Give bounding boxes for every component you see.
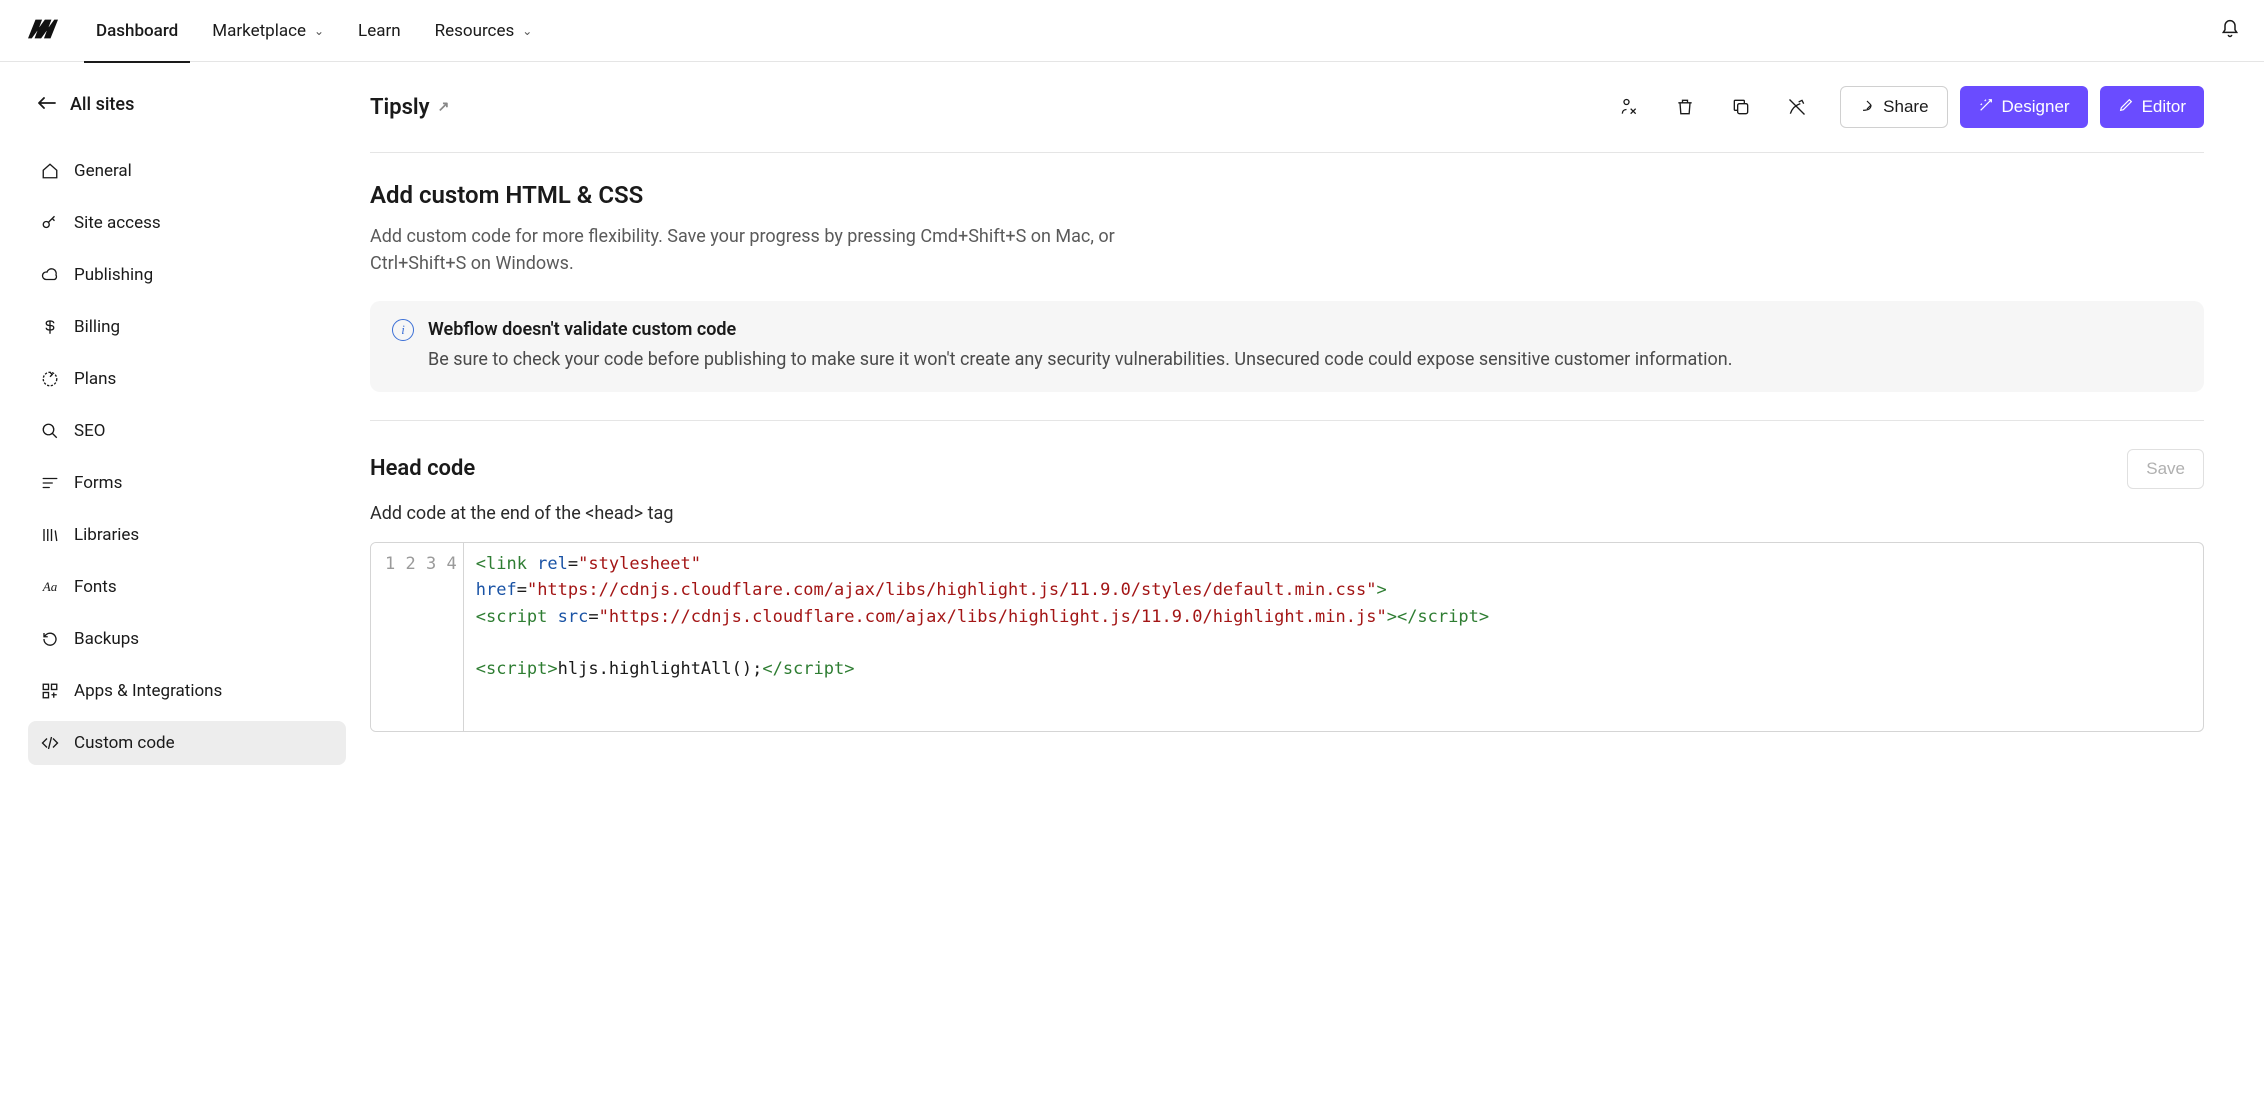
home-icon xyxy=(40,161,60,181)
nav-label: Dashboard xyxy=(96,21,178,41)
duplicate-icon[interactable] xyxy=(1730,96,1752,118)
divider xyxy=(370,420,2204,421)
site-name: Tipsly xyxy=(370,95,430,120)
sidebar-item-label: Publishing xyxy=(74,265,153,285)
info-box: i Webflow doesn't validate custom code B… xyxy=(370,301,2204,392)
sidebar: All sites General Site access Publishing… xyxy=(0,62,360,789)
sidebar-item-backups[interactable]: Backups xyxy=(28,617,346,661)
sidebar-item-label: Libraries xyxy=(74,525,139,545)
nav-marketplace[interactable]: Marketplace ⌄ xyxy=(212,0,324,62)
trash-icon[interactable] xyxy=(1674,96,1696,118)
wand-icon xyxy=(1978,97,1994,118)
arrow-left-icon xyxy=(38,94,56,115)
search-icon xyxy=(40,421,60,441)
site-title[interactable]: Tipsly ↗ xyxy=(370,95,449,120)
head-code-desc: Add code at the end of the <head> tag xyxy=(370,503,2204,524)
chevron-down-icon: ⌄ xyxy=(522,24,532,38)
bell-icon[interactable] xyxy=(2220,19,2240,43)
nav-label: Learn xyxy=(358,21,401,41)
share-arrow-icon xyxy=(1859,97,1875,118)
sidebar-item-fonts[interactable]: Aa Fonts xyxy=(28,565,346,609)
sidebar-item-label: Custom code xyxy=(74,733,175,753)
head-code-title: Head code xyxy=(370,456,475,481)
key-icon xyxy=(40,213,60,233)
page-header: Tipsly ↗ Share Designer Editor xyxy=(370,86,2204,153)
editor-button[interactable]: Editor xyxy=(2100,86,2204,128)
sidebar-item-seo[interactable]: SEO xyxy=(28,409,346,453)
nav-resources[interactable]: Resources ⌄ xyxy=(435,0,533,62)
sidebar-item-plans[interactable]: Plans xyxy=(28,357,346,401)
sidebar-item-label: General xyxy=(74,161,132,181)
pencil-icon xyxy=(2118,97,2134,118)
sidebar-item-general[interactable]: General xyxy=(28,149,346,193)
info-text: Be sure to check your code before publis… xyxy=(428,346,2182,374)
sidebar-item-libraries[interactable]: Libraries xyxy=(28,513,346,557)
font-icon: Aa xyxy=(40,577,60,597)
unpublish-icon[interactable] xyxy=(1786,96,1808,118)
section-desc: Add custom code for more flexibility. Sa… xyxy=(370,223,1130,277)
sidebar-item-label: Backups xyxy=(74,629,139,649)
sidebar-item-label: Apps & Integrations xyxy=(74,681,222,701)
target-icon xyxy=(40,369,60,389)
dollar-icon xyxy=(40,317,60,337)
grid-plus-icon xyxy=(40,681,60,701)
undo-icon xyxy=(40,629,60,649)
sidebar-item-custom-code[interactable]: Custom code xyxy=(28,721,346,765)
sidebar-item-label: Fonts xyxy=(74,577,117,597)
designer-button[interactable]: Designer xyxy=(1960,86,2088,128)
chevron-down-icon: ⌄ xyxy=(314,24,324,38)
save-button[interactable]: Save xyxy=(2127,449,2204,489)
sidebar-item-label: Forms xyxy=(74,473,122,493)
transfer-icon[interactable] xyxy=(1618,96,1640,118)
nav-label: Resources xyxy=(435,21,515,41)
sidebar-item-publishing[interactable]: Publishing xyxy=(28,253,346,297)
share-button[interactable]: Share xyxy=(1840,86,1947,128)
nav-label: Marketplace xyxy=(212,21,306,41)
sidebar-item-label: Billing xyxy=(74,317,120,337)
external-link-icon: ↗ xyxy=(438,99,450,115)
head-code-editor[interactable]: 1 2 3 4 <link rel="stylesheet" href="htt… xyxy=(370,542,2204,732)
info-icon: i xyxy=(392,319,414,341)
section-title: Add custom HTML & CSS xyxy=(370,181,2204,209)
sidebar-item-label: SEO xyxy=(74,421,105,441)
code-content[interactable]: <link rel="stylesheet" href="https://cdn… xyxy=(464,543,2203,731)
webflow-logo[interactable] xyxy=(28,19,58,43)
sidebar-item-billing[interactable]: Billing xyxy=(28,305,346,349)
sidebar-item-apps[interactable]: Apps & Integrations xyxy=(28,669,346,713)
designer-label: Designer xyxy=(2002,97,2070,117)
editor-label: Editor xyxy=(2142,97,2186,117)
back-all-sites[interactable]: All sites xyxy=(28,86,346,123)
lines-icon xyxy=(40,473,60,493)
code-icon xyxy=(40,733,60,753)
nav-dashboard[interactable]: Dashboard xyxy=(96,0,178,62)
sidebar-item-label: Site access xyxy=(74,213,161,233)
back-label: All sites xyxy=(70,94,134,115)
sidebar-item-forms[interactable]: Forms xyxy=(28,461,346,505)
info-title: Webflow doesn't validate custom code xyxy=(428,319,2182,340)
cloud-icon xyxy=(40,265,60,285)
line-gutter: 1 2 3 4 xyxy=(371,543,464,731)
library-icon xyxy=(40,525,60,545)
main-content: Tipsly ↗ Share Designer Editor xyxy=(360,62,2264,789)
share-label: Share xyxy=(1883,97,1928,117)
sidebar-item-label: Plans xyxy=(74,369,116,389)
nav-learn[interactable]: Learn xyxy=(358,0,401,62)
top-nav: Dashboard Marketplace ⌄ Learn Resources … xyxy=(96,0,532,62)
sidebar-item-site-access[interactable]: Site access xyxy=(28,201,346,245)
topbar: Dashboard Marketplace ⌄ Learn Resources … xyxy=(0,0,2264,62)
